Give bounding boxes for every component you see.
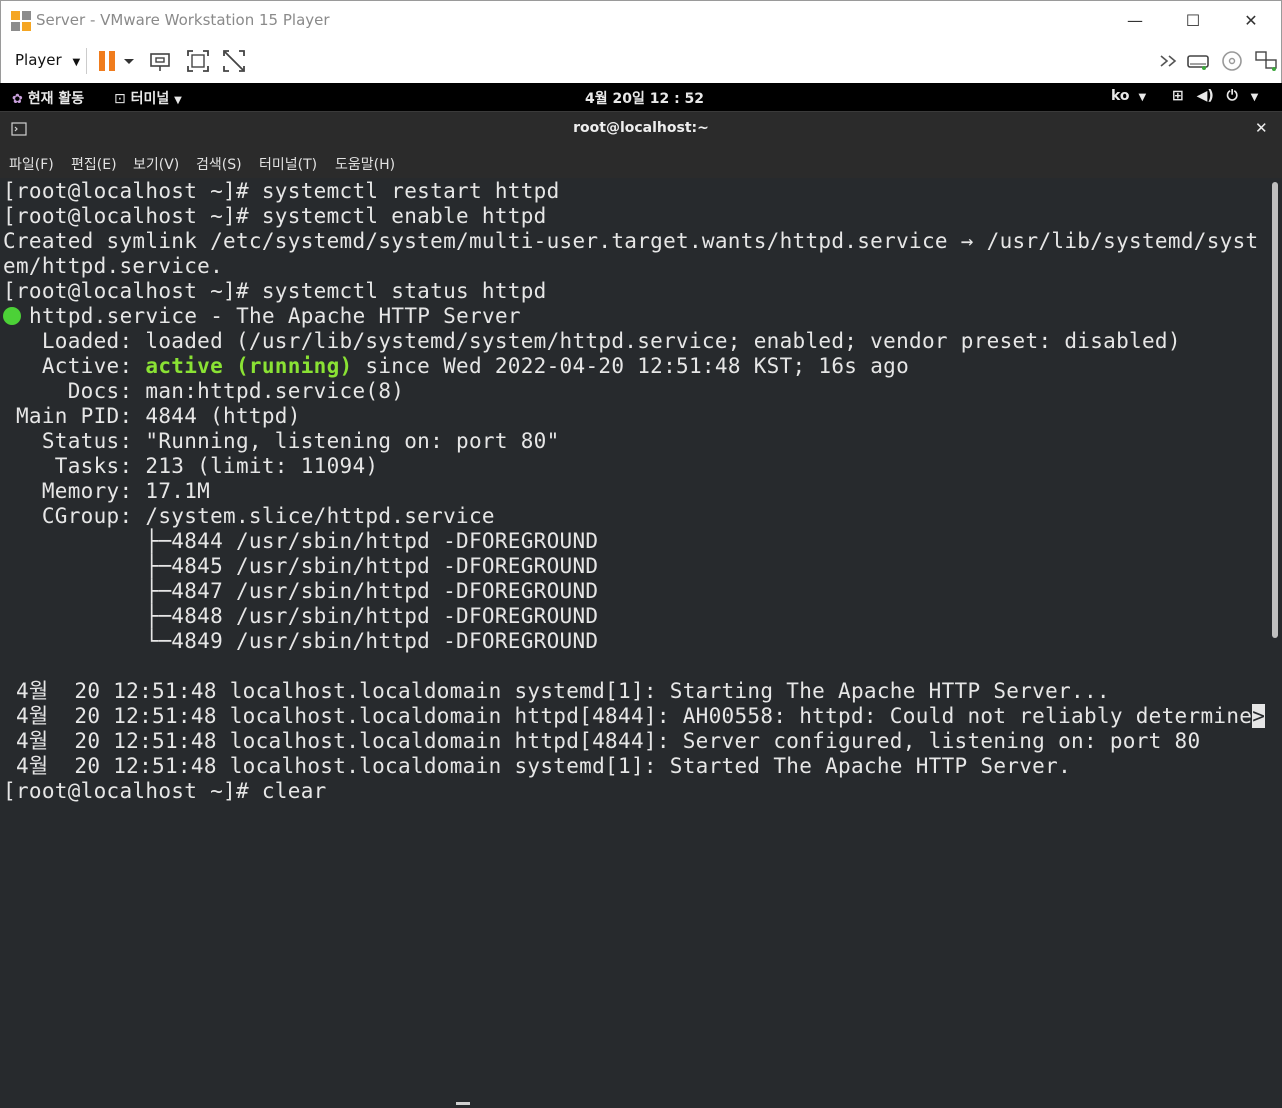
- pause-icon[interactable]: [95, 48, 121, 74]
- vmware-toolbar: Player ▼: [0, 40, 1282, 83]
- gnome-top-bar: ✿ 현재 활동 ⊡ 터미널 ▼ 4월 20일 12 : 52 ko ▼ ⊞ ◀)…: [0, 83, 1282, 111]
- unity-icon[interactable]: [221, 48, 247, 74]
- activities-button[interactable]: ✿ 현재 활동: [12, 88, 84, 108]
- terminal-line: Status: "Running, listening on: port 80": [3, 429, 560, 453]
- close-window-button[interactable]: ✕: [1237, 7, 1265, 35]
- activities-label: 현재 활동: [27, 91, 85, 107]
- terminal-output[interactable]: [root@localhost ~]# systemctl restart ht…: [0, 178, 1270, 1108]
- journal-line: 4월 20 12:51:48 localhost.localdomain sys…: [3, 679, 1110, 703]
- menu-view[interactable]: 보기(V): [133, 154, 179, 174]
- network-wired-icon: ⊞: [1172, 88, 1184, 104]
- terminal-scrollbar-thumb[interactable]: [1272, 182, 1278, 638]
- active-label: Active:: [3, 354, 146, 378]
- fit-guest-icon[interactable]: [185, 48, 211, 74]
- system-status-menu[interactable]: ⊞ ◀) ⏻ ▼: [1172, 88, 1258, 104]
- terminal-app-icon: ⊡: [114, 91, 126, 107]
- clock[interactable]: 4월 20일 12 : 52: [585, 88, 704, 108]
- pause-options-chevron-icon[interactable]: [121, 48, 137, 74]
- journal-line: 4월 20 12:51:48 localhost.localdomain htt…: [3, 704, 1266, 729]
- volume-icon: ◀): [1196, 88, 1214, 104]
- terminal-line: [root@localhost ~]# systemctl enable htt…: [3, 204, 547, 228]
- app-menu-label: 터미널: [130, 91, 170, 107]
- chevron-down-icon: ▼: [174, 95, 182, 106]
- cd-icon[interactable]: [1219, 48, 1245, 74]
- hard-disk-icon[interactable]: [1185, 48, 1211, 74]
- minimize-button[interactable]: —: [1121, 7, 1149, 35]
- terminal-line: ├─4844 /usr/sbin/httpd -DFOREGROUND: [3, 529, 599, 553]
- service-status-header: httpd.service - The Apache HTTP Server: [3, 304, 521, 329]
- toolbar-divider: [86, 48, 87, 74]
- terminal-line: ├─4845 /usr/sbin/httpd -DFOREGROUND: [3, 554, 599, 578]
- power-icon: ⏻: [1226, 88, 1238, 104]
- player-menu-label: Player: [15, 51, 62, 69]
- vm-bottom-handle: [456, 1102, 470, 1105]
- service-active-dot-icon: [3, 307, 21, 325]
- terminal-menu-bar: 파일(F) 편집(E) 보기(V) 검색(S) 터미널(T) 도움말(H): [0, 147, 1282, 178]
- player-menu-button[interactable]: Player ▼: [15, 51, 80, 69]
- terminal-prompt-line: [root@localhost ~]# clear: [3, 779, 327, 803]
- menu-search[interactable]: 검색(S): [196, 154, 242, 174]
- network-icon[interactable]: [1253, 48, 1279, 74]
- active-running-text: active (running): [145, 354, 353, 378]
- input-method-indicator[interactable]: ko ▼: [1111, 88, 1146, 104]
- terminal-line: ├─4847 /usr/sbin/httpd -DFOREGROUND: [3, 579, 599, 603]
- terminal-line: [root@localhost ~]# systemctl restart ht…: [3, 179, 560, 203]
- more-icon[interactable]: [1157, 48, 1183, 74]
- terminal-line: Memory: 17.1M: [3, 479, 211, 503]
- terminal-line: ├─4848 /usr/sbin/httpd -DFOREGROUND: [3, 604, 599, 628]
- service-name-line: httpd.service - The Apache HTTP Server: [29, 304, 521, 328]
- active-status-line: Active: active (running) since Wed 2022-…: [3, 354, 909, 379]
- journal-line-text: 4월 20 12:51:48 localhost.localdomain htt…: [3, 704, 1253, 728]
- terminal-line: Docs: man:httpd.service(8): [3, 379, 405, 403]
- chevron-down-icon: ▼: [1250, 92, 1259, 103]
- send-ctrl-alt-del-icon[interactable]: [148, 48, 174, 74]
- menu-terminal[interactable]: 터미널(T): [259, 154, 317, 174]
- maximize-button[interactable]: ☐: [1179, 7, 1207, 35]
- vmware-title-bar: Server - VMware Workstation 15 Player — …: [0, 0, 1282, 40]
- app-menu-terminal[interactable]: ⊡ 터미널 ▼: [114, 88, 182, 108]
- terminal-line: CGroup: /system.slice/httpd.service: [3, 504, 495, 528]
- active-since-text: since Wed 2022-04-20 12:51:48 KST; 16s a…: [352, 354, 910, 378]
- menu-help[interactable]: 도움말(H): [335, 154, 395, 174]
- terminal-line: Tasks: 213 (limit: 11094): [3, 454, 379, 478]
- window-title: Server - VMware Workstation 15 Player: [36, 11, 330, 29]
- vmware-logo-icon: [11, 11, 31, 31]
- terminal-header-bar: root@localhost:~ ✕: [0, 111, 1282, 147]
- journal-line: 4월 20 12:51:48 localhost.localdomain htt…: [3, 729, 1201, 753]
- terminal-line: Main PID: 4844 (httpd): [3, 404, 301, 428]
- terminal-line: Created symlink /etc/systemd/system/mult…: [3, 229, 1259, 253]
- menu-edit[interactable]: 편집(E): [71, 154, 117, 174]
- chevron-down-icon: ▼: [72, 57, 81, 68]
- line-truncated-marker: >: [1252, 704, 1266, 728]
- terminal-line: [root@localhost ~]# systemctl status htt…: [3, 279, 547, 303]
- terminal-title: root@localhost:~: [573, 120, 709, 136]
- gnome-foot-icon: ✿: [12, 92, 23, 107]
- terminal-line: └─4849 /usr/sbin/httpd -DFOREGROUND: [3, 629, 599, 653]
- close-terminal-button[interactable]: ✕: [1255, 119, 1268, 137]
- terminal-line: em/httpd.service.: [3, 254, 224, 278]
- journal-line: 4월 20 12:51:48 localhost.localdomain sys…: [3, 754, 1072, 778]
- input-language-label: ko: [1111, 88, 1130, 104]
- menu-file[interactable]: 파일(F): [9, 154, 54, 174]
- chevron-down-icon: ▼: [1138, 92, 1147, 103]
- terminal-line: Loaded: loaded (/usr/lib/systemd/system/…: [3, 329, 1181, 353]
